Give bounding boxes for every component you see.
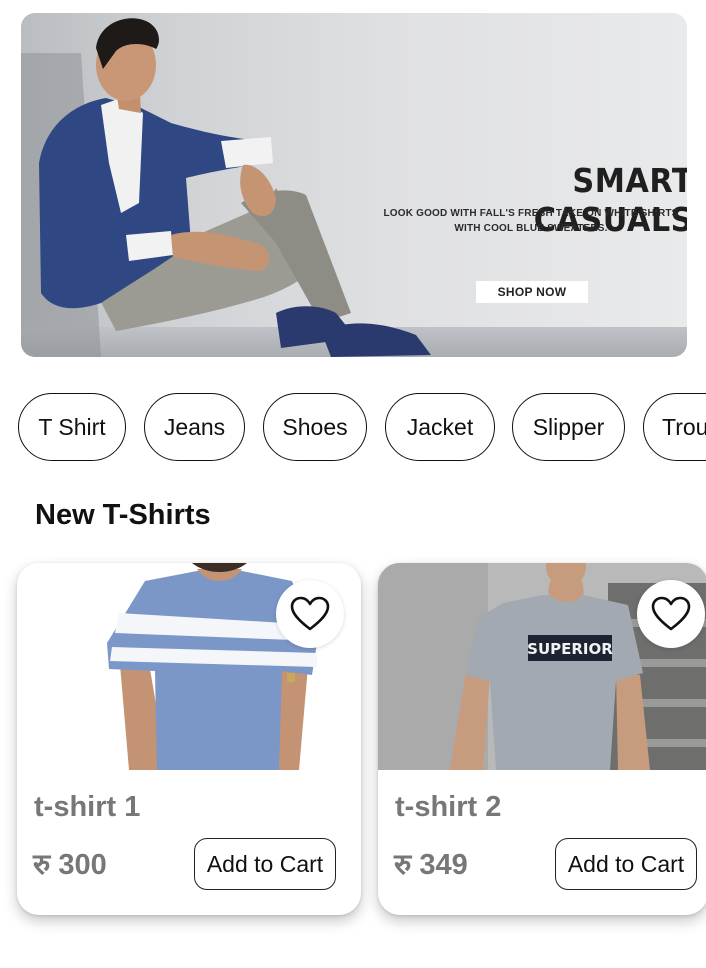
add-to-cart-button[interactable]: Add to Cart bbox=[555, 838, 697, 890]
product-price: रु 300 bbox=[33, 849, 107, 881]
product-name: t-shirt 1 bbox=[34, 791, 141, 823]
chip-jacket[interactable]: Jacket bbox=[385, 393, 495, 461]
svg-text:SUPERIOR: SUPERIOR bbox=[527, 640, 613, 658]
banner-subtitle-line2: WITH COOL BLUE SWEATERS. bbox=[454, 223, 608, 234]
chip-jeans[interactable]: Jeans bbox=[144, 393, 245, 461]
heart-outline-icon bbox=[290, 596, 330, 631]
home-screen: SMART CASUALS LOOK GOOD WITH FALL'S FRES… bbox=[0, 0, 706, 968]
banner-model-image bbox=[21, 18, 431, 357]
heart-outline-icon bbox=[651, 596, 691, 631]
add-to-cart-button[interactable]: Add to Cart bbox=[194, 838, 336, 890]
category-chips: T Shirt Jeans Shoes Jacket Slipper Trou bbox=[17, 393, 706, 462]
favorite-button[interactable] bbox=[637, 580, 705, 648]
favorite-button[interactable] bbox=[276, 580, 344, 648]
chip-t-shirt[interactable]: T Shirt bbox=[18, 393, 126, 461]
product-name: t-shirt 2 bbox=[395, 791, 502, 823]
section-title: New T-Shirts bbox=[35, 499, 211, 531]
banner-subtitle-line1: LOOK GOOD WITH FALL'S FRESH TAKE ON WHIT… bbox=[383, 208, 679, 219]
chip-trousers[interactable]: Trou bbox=[643, 393, 706, 461]
shop-now-button[interactable]: SHOP NOW bbox=[476, 281, 588, 303]
product-card[interactable]: t-shirt 1 रु 300 Add to Cart bbox=[17, 563, 361, 915]
banner-subtitle: LOOK GOOD WITH FALL'S FRESH TAKE ON WHIT… bbox=[381, 206, 681, 236]
chip-shoes[interactable]: Shoes bbox=[263, 393, 367, 461]
chip-slipper[interactable]: Slipper bbox=[512, 393, 625, 461]
product-card[interactable]: SUPERIOR t-shirt 2 रु 349 Add to Cart bbox=[378, 563, 706, 915]
promo-banner[interactable]: SMART CASUALS LOOK GOOD WITH FALL'S FRES… bbox=[21, 13, 687, 357]
product-price: रु 349 bbox=[394, 849, 468, 881]
